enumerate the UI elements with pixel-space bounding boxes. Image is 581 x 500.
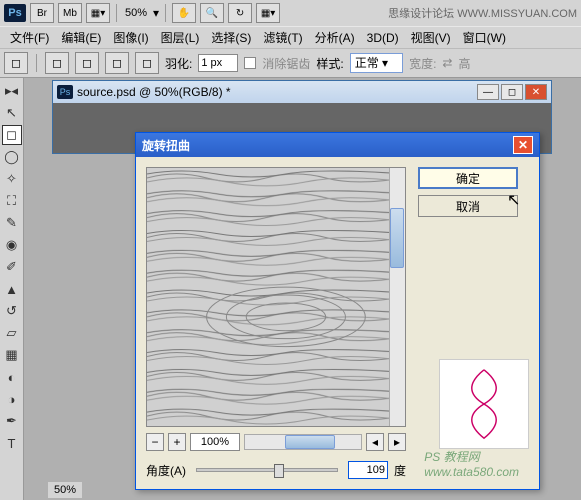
dodge-tool[interactable]: ◑ [2, 389, 22, 409]
ok-button[interactable]: 确定 [418, 167, 518, 189]
eyedropper-tool[interactable]: ✎ [2, 213, 22, 233]
style-label: 样式: [316, 55, 343, 72]
filter-preview[interactable] [146, 167, 406, 427]
wand-tool[interactable]: ✧ [2, 169, 22, 189]
feather-input[interactable] [198, 54, 238, 72]
angle-input[interactable] [348, 461, 388, 479]
hand-tool-button[interactable]: ✋ [172, 3, 196, 23]
cancel-button[interactable]: 取消 [418, 195, 518, 217]
preview-scrollbar-horizontal[interactable] [244, 434, 362, 450]
tool-preset-icon[interactable]: ◻ [4, 52, 28, 74]
angle-slider[interactable] [196, 468, 338, 472]
minimize-button[interactable]: — [477, 84, 499, 100]
antialias-checkbox[interactable] [244, 57, 256, 69]
intersect-selection-icon[interactable]: ◻ [135, 52, 159, 74]
dialog-close-button[interactable]: ✕ [513, 136, 533, 154]
separator [165, 4, 166, 22]
preview-scrollbar-vertical[interactable] [389, 168, 405, 426]
status-zoom[interactable]: 50% [48, 482, 82, 498]
effect-thumbnail [439, 359, 529, 449]
menu-filter[interactable]: 滤镜(T) [257, 27, 308, 48]
zoom-tool-button[interactable]: 🔍 [200, 3, 224, 23]
move-tool[interactable]: ↖ [2, 103, 22, 123]
document-titlebar[interactable]: Ps source.psd @ 50%(RGB/8) * — ◻ ✕ [53, 81, 551, 103]
subtract-selection-icon[interactable]: ◻ [105, 52, 129, 74]
watermark-site: PS 教程网 www.tata580.com [424, 448, 519, 479]
menu-edit[interactable]: 编辑(E) [55, 27, 107, 48]
ps-logo: Ps [4, 4, 26, 22]
menu-view[interactable]: 视图(V) [405, 27, 457, 48]
scrollbar-thumb[interactable] [285, 435, 335, 449]
twirl-dialog: 旋转扭曲 ✕ [135, 132, 540, 490]
ps-icon: Ps [57, 85, 73, 99]
screen-mode-button[interactable]: ▦▾ [86, 3, 110, 23]
new-selection-icon[interactable]: ◻ [45, 52, 69, 74]
dialog-titlebar[interactable]: 旋转扭曲 ✕ [136, 133, 539, 157]
menu-image[interactable]: 图像(I) [107, 27, 154, 48]
scroll-left-button[interactable]: ◂ [366, 433, 384, 451]
scroll-right-button[interactable]: ▸ [388, 433, 406, 451]
width-label: 宽度: [409, 55, 436, 72]
zoom-input[interactable] [190, 433, 240, 451]
brush-tool[interactable]: ✐ [2, 257, 22, 277]
tool-panel: ▸◂ ↖ ◻ ◯ ✧ ⛶ ✎ ◉ ✐ ▲ ↺ ▱ ▦ ◐ ◑ ✒ T [0, 78, 24, 500]
gradient-tool[interactable]: ▦ [2, 345, 22, 365]
eraser-tool[interactable]: ▱ [2, 323, 22, 343]
menu-file[interactable]: 文件(F) [4, 27, 55, 48]
arrange-button[interactable]: ▦▾ [256, 3, 280, 23]
maximize-button[interactable]: ◻ [501, 84, 523, 100]
options-bar: ◻ ◻ ◻ ◻ ◻ 羽化: 消除锯齿 样式: 正常 ▾ 宽度: ⇄ 高 [0, 48, 581, 78]
history-brush-tool[interactable]: ↺ [2, 301, 22, 321]
dialog-title: 旋转扭曲 [142, 137, 190, 154]
lasso-tool[interactable]: ◯ [2, 147, 22, 167]
rotate-view-button[interactable]: ↻ [228, 3, 252, 23]
menu-select[interactable]: 选择(S) [205, 27, 257, 48]
crop-tool[interactable]: ⛶ [2, 191, 22, 211]
healing-tool[interactable]: ◉ [2, 235, 22, 255]
menu-layer[interactable]: 图层(L) [155, 27, 206, 48]
feather-label: 羽化: [165, 55, 192, 72]
antialias-label: 消除锯齿 [262, 55, 310, 72]
slider-thumb[interactable] [274, 464, 284, 478]
watermark-text: 思缘设计论坛 WWW.MISSYUAN.COM [388, 5, 577, 21]
scrollbar-thumb[interactable] [390, 208, 404, 268]
minibridge-button[interactable]: Mb [58, 3, 82, 23]
close-button[interactable]: ✕ [525, 84, 547, 100]
bridge-button[interactable]: Br [30, 3, 54, 23]
menu-bar: 文件(F) 编辑(E) 图像(I) 图层(L) 选择(S) 滤镜(T) 分析(A… [0, 26, 581, 48]
pen-tool[interactable]: ✒ [2, 411, 22, 431]
blur-tool[interactable]: ◐ [2, 367, 22, 387]
type-tool[interactable]: T [2, 433, 22, 453]
angle-unit: 度 [394, 462, 406, 479]
style-select[interactable]: 正常 ▾ [350, 53, 403, 73]
stamp-tool[interactable]: ▲ [2, 279, 22, 299]
height-label: 高 [458, 55, 470, 72]
zoom-in-button[interactable]: + [168, 433, 186, 451]
zoom-out-button[interactable]: − [146, 433, 164, 451]
add-selection-icon[interactable]: ◻ [75, 52, 99, 74]
document-title: source.psd @ 50%(RGB/8) * [77, 85, 231, 99]
app-bar: Ps Br Mb ▦▾ 50%▾ ✋ 🔍 ↻ ▦▾ 思缘设计论坛 WWW.MIS… [0, 0, 581, 26]
menu-window[interactable]: 窗口(W) [457, 27, 512, 48]
collapse-icon[interactable]: ▸◂ [2, 81, 22, 101]
angle-label: 角度(A) [146, 462, 186, 479]
zoom-level[interactable]: 50% [123, 6, 149, 20]
separator [116, 4, 117, 22]
menu-analysis[interactable]: 分析(A) [309, 27, 361, 48]
marquee-tool[interactable]: ◻ [2, 125, 22, 145]
menu-3d[interactable]: 3D(D) [361, 29, 405, 47]
